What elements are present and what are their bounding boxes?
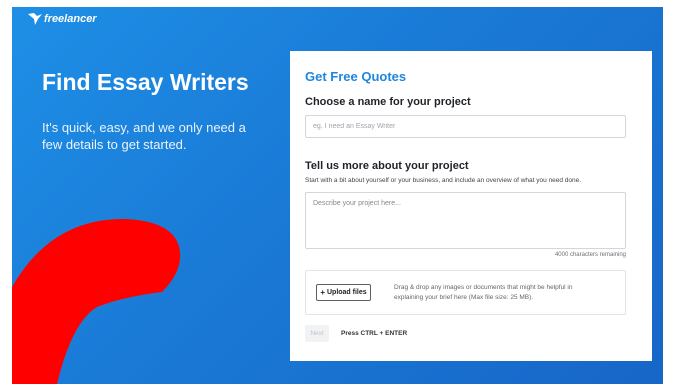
project-details-helper: Start with a bit about yourself or your …	[305, 177, 582, 184]
freelancer-logo[interactable]: freelancer	[28, 13, 97, 25]
form-actions: Next Press CTRL + ENTER	[305, 325, 638, 342]
next-button[interactable]: Next	[305, 325, 329, 342]
upload-dropzone[interactable]: + Upload files Drag & drop any images or…	[305, 270, 626, 315]
form-heading: Get Free Quotes	[305, 69, 407, 84]
project-name-label: Choose a name for your project	[305, 96, 471, 108]
freelancer-bird-icon	[28, 13, 42, 25]
project-name-input[interactable]	[305, 115, 626, 138]
plus-icon: +	[320, 288, 325, 297]
upload-files-button[interactable]: + Upload files	[316, 284, 371, 301]
hero-subtitle: It's quick, easy, and we only need a few…	[42, 120, 246, 152]
project-description-textarea[interactable]	[305, 192, 626, 249]
page-frame: freelancer Find Essay Writers It's quick…	[12, 7, 663, 384]
hero-title: Find Essay Writers	[42, 69, 249, 95]
character-counter: 4000 characters remaining	[554, 252, 626, 258]
red-swoosh-graphic	[12, 218, 181, 384]
upload-button-label: Upload files	[326, 289, 367, 296]
upload-hint: Drag & drop any images or documents that…	[394, 283, 573, 301]
quote-form-card: Get Free Quotes Choose a name for your p…	[290, 51, 652, 361]
keyboard-shortcut-hint: Press CTRL + ENTER	[341, 330, 408, 337]
logo-text: freelancer	[44, 13, 97, 25]
project-details-label: Tell us more about your project	[305, 160, 469, 172]
